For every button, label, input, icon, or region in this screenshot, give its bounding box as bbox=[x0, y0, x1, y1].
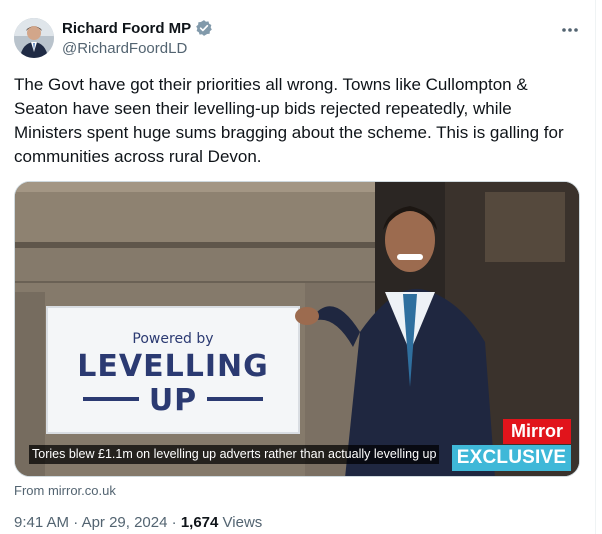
link-card-image[interactable] bbox=[14, 181, 580, 477]
views-count[interactable]: 1,674 bbox=[181, 514, 219, 531]
exclusive-badge: EXCLUSIVE bbox=[452, 445, 571, 471]
tweet-card: Richard Foord MP @RichardFoordLD The Gov… bbox=[0, 0, 596, 534]
sign-up: UP bbox=[148, 383, 198, 418]
mirror-brand-badge: Mirror bbox=[503, 419, 571, 444]
image-caption: Tories blew £1.1m on levelling up advert… bbox=[29, 445, 440, 464]
tweet-date[interactable]: Apr 29, 2024 bbox=[82, 514, 168, 531]
tweet-time[interactable]: 9:41 AM bbox=[14, 514, 69, 531]
sign-powered-by: Powered by bbox=[132, 331, 214, 347]
author-handle[interactable]: @RichardFoordLD bbox=[62, 40, 187, 57]
link-source[interactable]: From mirror.co.uk bbox=[14, 483, 116, 498]
meta-separator: · bbox=[171, 514, 177, 531]
more-options-icon[interactable] bbox=[560, 20, 580, 40]
author-display-name[interactable]: Richard Foord MP bbox=[62, 20, 191, 37]
verified-badge-icon[interactable] bbox=[195, 19, 213, 37]
sign-levelling: LEVELLING bbox=[77, 349, 269, 384]
tweet-text: The Govt have got their priorities all w… bbox=[14, 75, 564, 166]
tweet-meta: 9:41 AM · Apr 29, 2024 · 1,674 Views bbox=[14, 514, 262, 531]
views-label[interactable]: Views bbox=[223, 514, 263, 531]
author-name-row: Richard Foord MP bbox=[62, 19, 213, 37]
author-avatar[interactable] bbox=[14, 18, 54, 58]
meta-separator: · bbox=[73, 514, 79, 531]
